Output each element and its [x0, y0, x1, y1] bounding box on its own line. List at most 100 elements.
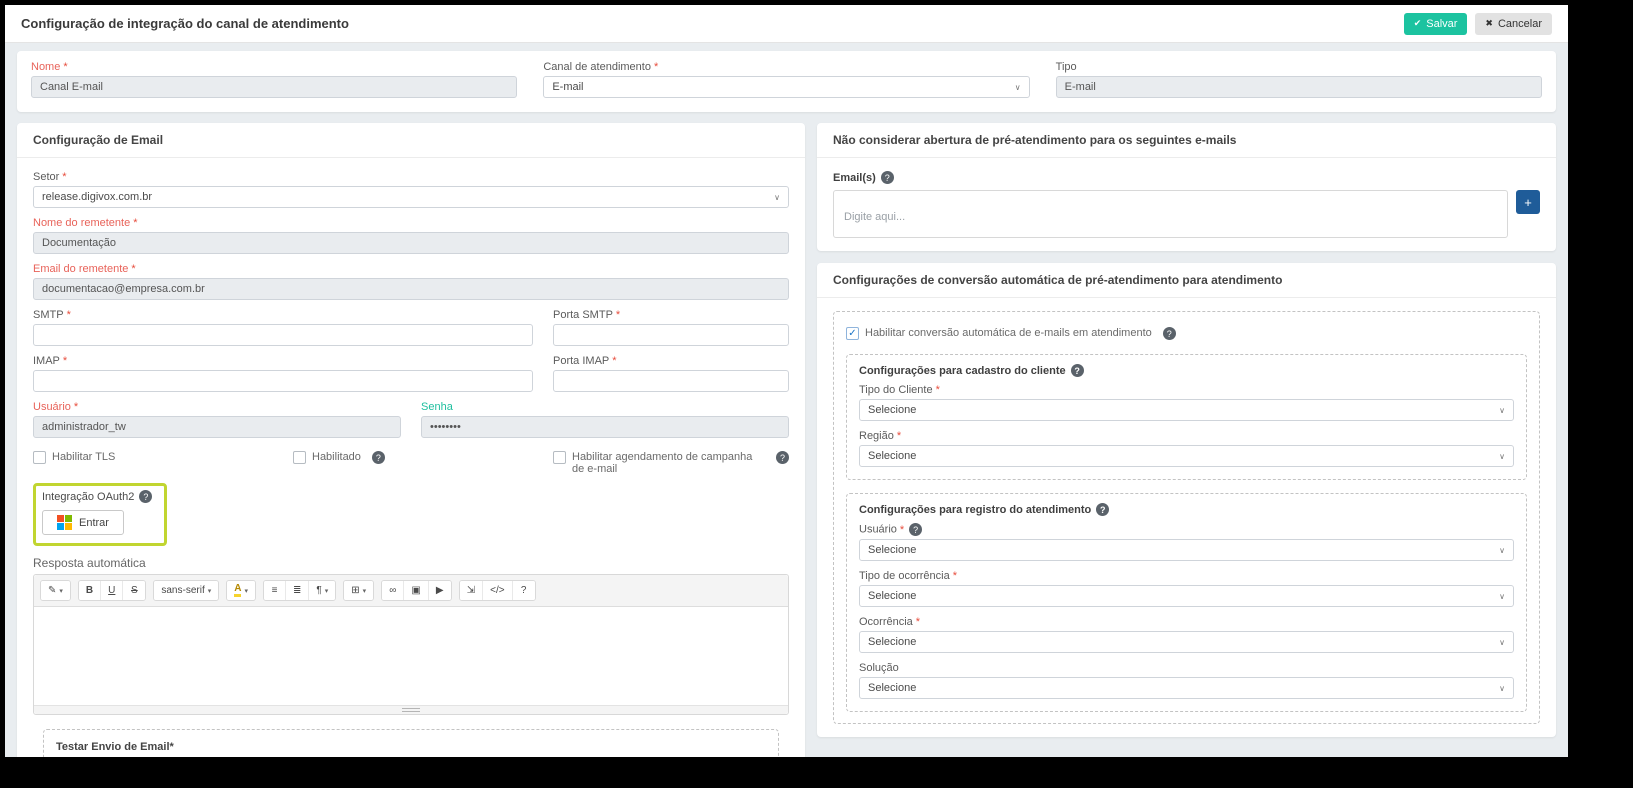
- chevron-down-icon: ∨: [1499, 592, 1505, 601]
- region-select[interactable]: Selecione ∨: [859, 445, 1514, 467]
- imap-label: IMAP*: [33, 355, 533, 367]
- help-icon[interactable]: ?: [881, 171, 894, 184]
- email-config-title: Configuração de Email: [17, 123, 805, 158]
- bold-button[interactable]: B: [79, 581, 101, 600]
- help-icon[interactable]: ?: [372, 451, 385, 464]
- tls-checkbox[interactable]: Habilitar TLS: [33, 451, 293, 475]
- imap-input[interactable]: [33, 370, 533, 392]
- ordered-list-button[interactable]: ≣: [286, 581, 309, 600]
- ignore-emails-card: Não considerar abertura de pré-atendimen…: [817, 123, 1556, 251]
- sender-email-field: Email do remetente*: [33, 263, 789, 300]
- email-tags-input[interactable]: Digite aqui...: [833, 190, 1508, 238]
- picture-button[interactable]: ▣: [404, 581, 428, 600]
- caret-icon: ▾: [244, 587, 248, 595]
- font-family-select[interactable]: sans-serif▾: [154, 581, 218, 600]
- client-type-select[interactable]: Selecione ∨: [859, 399, 1514, 421]
- help-icon[interactable]: ?: [1071, 364, 1084, 377]
- selected-value: Selecione: [868, 682, 916, 694]
- style-button[interactable]: ✎▾: [41, 581, 70, 600]
- occurrence-field: Ocorrência* Selecione ∨: [859, 616, 1514, 653]
- type-label: Tipo: [1056, 61, 1542, 73]
- auto-reply-label: Resposta automática: [33, 556, 789, 570]
- ms-logo-square: [57, 523, 64, 530]
- required-mark: *: [63, 61, 67, 73]
- microsoft-login-button[interactable]: Entrar: [42, 510, 124, 535]
- bold-icon: B: [86, 585, 93, 596]
- editor-resize-handle[interactable]: [34, 705, 788, 714]
- table-button[interactable]: ⊞▾: [344, 581, 373, 600]
- add-email-button[interactable]: +: [1516, 190, 1540, 214]
- label-text: Canal de atendimento: [543, 61, 651, 73]
- save-label: Salvar: [1426, 18, 1457, 30]
- label-text: Porta IMAP: [553, 355, 609, 367]
- label-text: Configurações para registro do atendimen…: [859, 504, 1091, 516]
- label-text: Usuário: [33, 401, 71, 413]
- label-text: Solução: [859, 662, 899, 674]
- enable-conversion-checkbox[interactable]: ✓ Habilitar conversão automática de e-ma…: [846, 327, 1176, 340]
- required-mark: *: [953, 570, 957, 582]
- smtp-label: SMTP*: [33, 309, 533, 321]
- chevron-down-icon: ∨: [1499, 684, 1505, 693]
- caret-icon: ▾: [325, 587, 329, 595]
- help-icon[interactable]: ?: [1163, 327, 1176, 340]
- link-button[interactable]: ∞: [382, 581, 404, 600]
- label-text: Ocorrência: [859, 616, 913, 628]
- help-icon[interactable]: ?: [139, 490, 152, 503]
- occurrence-select[interactable]: Selecione ∨: [859, 631, 1514, 653]
- save-button[interactable]: ✔ Salvar: [1404, 13, 1468, 35]
- video-button[interactable]: ▶: [429, 581, 451, 600]
- smtp-port-input[interactable]: [553, 324, 789, 346]
- setor-select[interactable]: release.digivox.com.br ∨: [33, 186, 789, 208]
- imap-field: IMAP*: [33, 355, 533, 392]
- solution-select[interactable]: Selecione ∨: [859, 677, 1514, 699]
- link-icon: ∞: [389, 585, 396, 596]
- page-title: Configuração de integração do canal de a…: [21, 16, 349, 31]
- microsoft-logo-icon: [57, 515, 72, 530]
- text-color-button[interactable]: A▾: [227, 581, 255, 600]
- eraser-icon: S: [131, 585, 138, 596]
- code-view-button[interactable]: </>: [483, 581, 512, 600]
- underline-button[interactable]: U: [101, 581, 123, 600]
- label-text: Nome: [31, 61, 60, 73]
- magic-icon: ✎: [48, 585, 56, 596]
- label-text: Configurações para cadastro do cliente: [859, 365, 1066, 377]
- selected-value: Selecione: [868, 544, 916, 556]
- imap-port-input[interactable]: [553, 370, 789, 392]
- occurrence-type-select[interactable]: Selecione ∨: [859, 585, 1514, 607]
- checkbox-box: [293, 451, 306, 464]
- sender-name-input: [33, 232, 789, 254]
- record-user-select[interactable]: Selecione ∨: [859, 539, 1514, 561]
- fullscreen-button[interactable]: ⇲: [460, 581, 483, 600]
- clear-format-button[interactable]: S: [123, 581, 145, 600]
- cancel-button[interactable]: ✖ Cancelar: [1475, 13, 1552, 35]
- editor-toolbar: ✎▾ B U S sans-serif▾ A▾: [34, 575, 788, 607]
- paragraph-button[interactable]: ¶▾: [309, 581, 335, 600]
- help-icon[interactable]: ?: [909, 523, 922, 536]
- rich-text-editor: ✎▾ B U S sans-serif▾ A▾: [33, 574, 789, 715]
- campaign-schedule-checkbox[interactable]: Habilitar agendamento de campanha de e-m…: [553, 451, 789, 475]
- input-placeholder: Digite aqui...: [844, 211, 905, 223]
- smtp-input[interactable]: [33, 324, 533, 346]
- chevron-down-icon: ∨: [1499, 546, 1505, 555]
- enabled-checkbox[interactable]: Habilitado ?: [293, 451, 553, 475]
- selected-value: Selecione: [868, 450, 916, 462]
- app-screen: Configuração de integração do canal de a…: [5, 5, 1568, 757]
- page-header: Configuração de integração do canal de a…: [5, 5, 1568, 43]
- check-icon: ✔: [1414, 18, 1422, 29]
- ignore-emails-title: Não considerar abertura de pré-atendimen…: [817, 123, 1556, 158]
- x-icon: ✖: [1485, 18, 1493, 29]
- required-mark: *: [916, 616, 920, 628]
- underline-icon: U: [108, 585, 115, 596]
- conversion-card: Configurações de conversão automática de…: [817, 263, 1556, 737]
- selected-value: Selecione: [868, 404, 916, 416]
- sender-email-input: [33, 278, 789, 300]
- unordered-list-button[interactable]: ≡: [264, 581, 286, 600]
- chevron-down-icon: ∨: [1499, 452, 1505, 461]
- editor-help-button[interactable]: ?: [513, 581, 535, 600]
- type-input: [1056, 76, 1542, 98]
- help-icon[interactable]: ?: [1096, 503, 1109, 516]
- editor-content-area[interactable]: [34, 607, 788, 705]
- selected-value: Selecione: [868, 636, 916, 648]
- service-channel-select[interactable]: E-mail ∨: [543, 76, 1029, 98]
- help-icon[interactable]: ?: [776, 451, 789, 464]
